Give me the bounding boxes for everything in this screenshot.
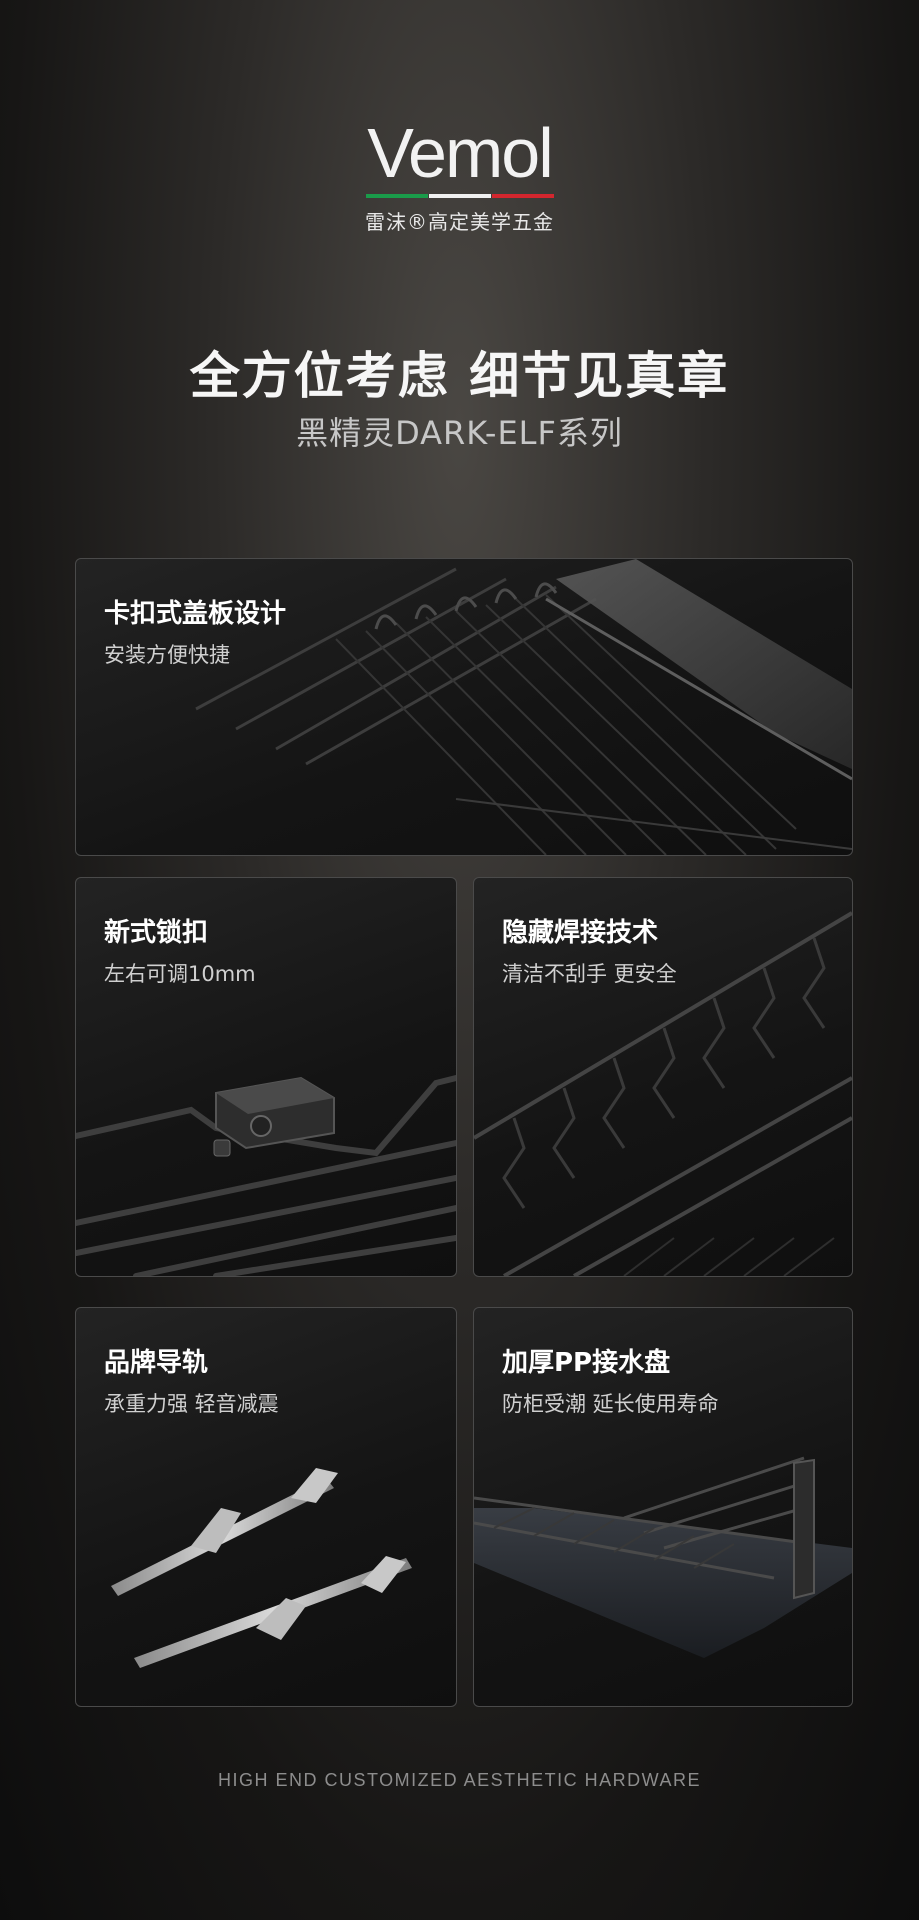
brand-wordmark: Vemol: [367, 114, 554, 192]
brand-tagline: 雷沫®高定美学五金: [365, 210, 554, 234]
feature-card-cover-plate: 卡扣式盖板设计 安装方便快捷: [75, 558, 853, 856]
feature-description: 安装方便快捷: [104, 643, 230, 667]
feature-title: 隐藏焊接技术: [502, 918, 659, 948]
page-subheadline: 黑精灵DARK-ELF系列: [296, 414, 623, 452]
feature-description: 防柜受潮 延长使用寿命: [502, 1392, 719, 1416]
italian-flag-stripe: [365, 194, 554, 198]
feature-title: 卡扣式盖板设计: [104, 599, 287, 629]
brand-logo: Vemol 雷沫®高定美学五金: [0, 118, 919, 235]
feature-description: 承重力强 轻音减震: [104, 1392, 279, 1416]
page-headline: 全方位考虑 细节见真章: [189, 347, 730, 405]
feature-title: 加厚PP接水盘: [502, 1348, 671, 1378]
feature-description: 左右可调10mm: [104, 962, 256, 986]
feature-title: 品牌导轨: [104, 1348, 209, 1378]
feature-description: 清洁不刮手 更安全: [502, 962, 677, 986]
footer-slogan: HIGH END CUSTOMIZED AESTHETIC HARDWARE: [217, 1770, 702, 1790]
feature-card-slide-rail: 品牌导轨 承重力强 轻音减震: [75, 1307, 457, 1707]
feature-card-lock-buckle: 新式锁扣 左右可调10mm: [75, 877, 457, 1277]
feature-card-drip-tray: 加厚PP接水盘 防柜受潮 延长使用寿命: [473, 1307, 853, 1707]
feature-title: 新式锁扣: [104, 918, 209, 948]
feature-card-hidden-weld: 隐藏焊接技术 清洁不刮手 更安全: [473, 877, 853, 1277]
